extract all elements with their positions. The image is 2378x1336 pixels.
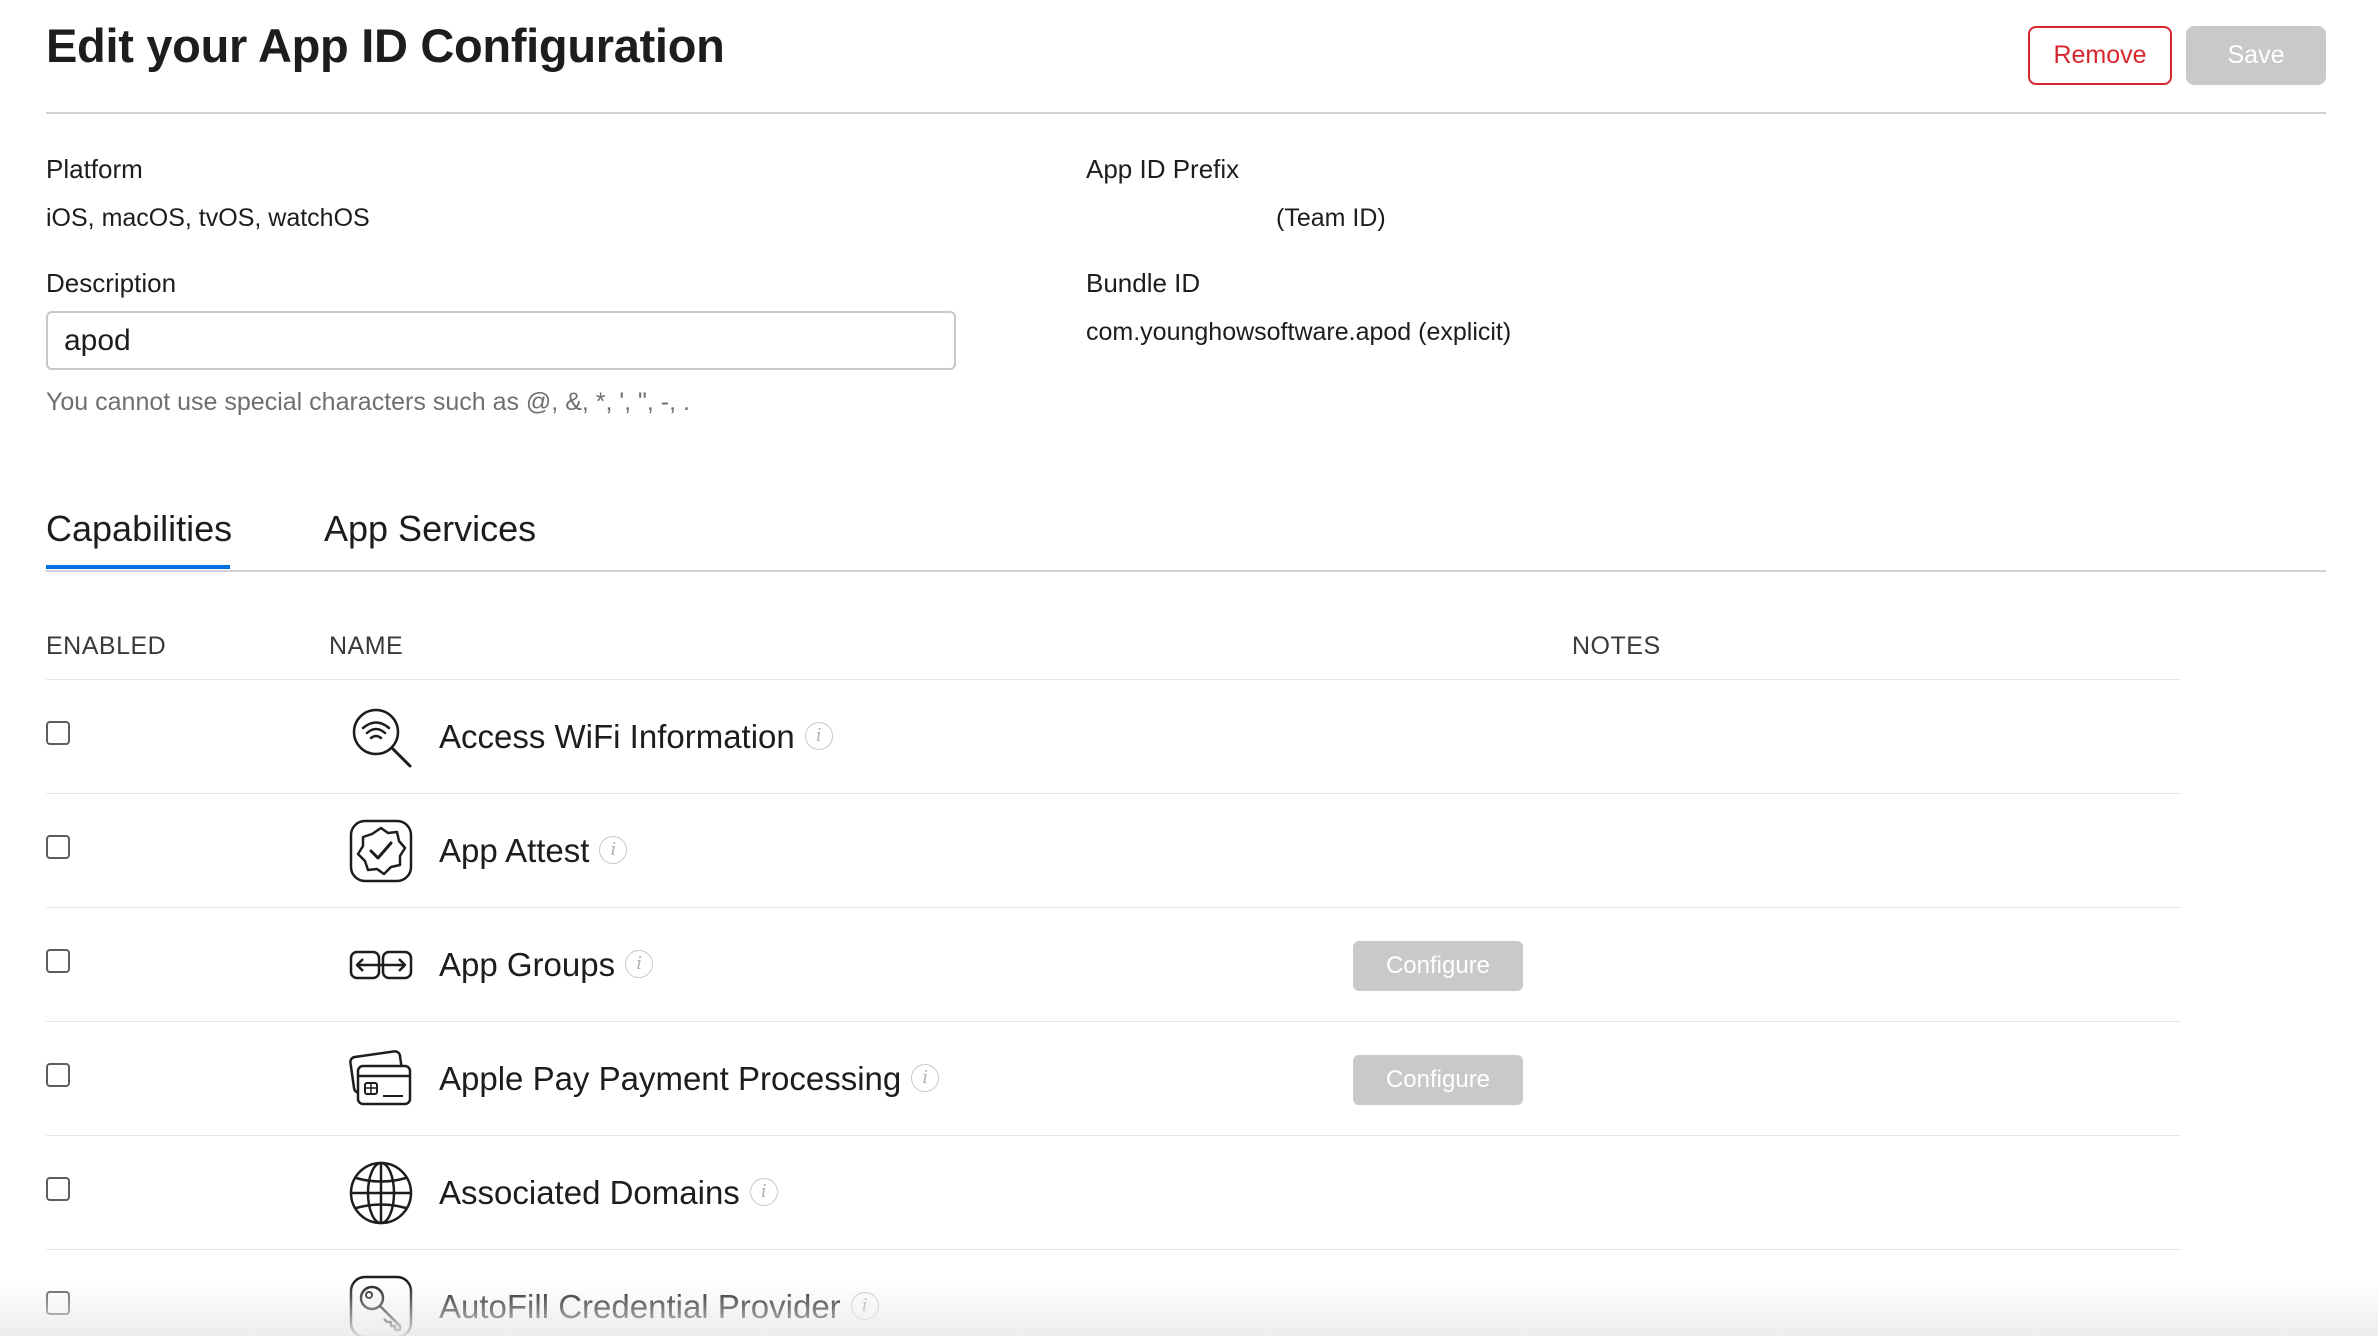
remove-button[interactable]: Remove bbox=[2028, 26, 2172, 85]
platform-label: Platform bbox=[46, 154, 143, 184]
capability-row: AutoFill Credential Provider i bbox=[46, 1249, 2181, 1336]
app-groups-icon bbox=[349, 950, 413, 980]
column-header-notes: NOTES bbox=[1572, 632, 1661, 660]
capability-name-text: Apple Pay Payment Processing bbox=[439, 1060, 902, 1097]
capability-name: Apple Pay Payment Processing i bbox=[439, 1060, 940, 1098]
capability-name-text: AutoFill Credential Provider bbox=[439, 1288, 841, 1325]
app-id-config-page: Edit your App ID Configuration Remove Sa… bbox=[0, 0, 2378, 1336]
capability-name: Access WiFi Information i bbox=[439, 718, 833, 756]
active-tab-indicator bbox=[46, 565, 230, 569]
enable-checkbox[interactable] bbox=[46, 1291, 70, 1315]
apple-pay-card-icon bbox=[349, 1050, 412, 1106]
description-hint: You cannot use special characters such a… bbox=[46, 388, 690, 416]
configure-button[interactable]: Configure bbox=[1353, 1055, 1523, 1105]
info-icon[interactable]: i bbox=[749, 1178, 778, 1207]
save-button[interactable]: Save bbox=[2186, 26, 2326, 85]
capability-name: AutoFill Credential Provider i bbox=[439, 1288, 879, 1326]
capability-row: Associated Domains i bbox=[46, 1135, 2181, 1249]
enable-checkbox[interactable] bbox=[46, 835, 70, 859]
capability-name-text: App Attest bbox=[439, 832, 590, 869]
capability-name: Associated Domains i bbox=[439, 1174, 778, 1212]
wifi-search-icon bbox=[352, 708, 412, 768]
column-header-enabled: ENABLED bbox=[46, 632, 167, 660]
tabs-divider bbox=[46, 570, 2326, 572]
capability-row: App Attest i bbox=[46, 793, 2181, 907]
info-icon[interactable]: i bbox=[911, 1064, 940, 1093]
tab-capabilities[interactable]: Capabilities bbox=[46, 508, 232, 550]
enable-checkbox[interactable] bbox=[46, 949, 70, 973]
tab-app-services[interactable]: App Services bbox=[324, 508, 536, 550]
description-label: Description bbox=[46, 268, 177, 298]
capability-name: App Attest i bbox=[439, 832, 628, 870]
column-header-name: NAME bbox=[329, 632, 404, 660]
key-icon bbox=[349, 1275, 413, 1336]
bundle-id-value: com.younghowsoftware.apod (explicit) bbox=[1086, 318, 1512, 346]
info-icon[interactable]: i bbox=[804, 722, 833, 751]
capability-row: Access WiFi Information i bbox=[46, 679, 2181, 793]
capability-row: App Groups i Configure bbox=[46, 907, 2181, 1021]
info-icon[interactable]: i bbox=[850, 1292, 879, 1321]
description-input[interactable] bbox=[46, 311, 956, 370]
app-id-prefix-value: (Team ID) bbox=[1276, 204, 1386, 232]
page-title: Edit your App ID Configuration bbox=[46, 19, 725, 72]
info-icon[interactable]: i bbox=[625, 950, 654, 979]
enable-checkbox[interactable] bbox=[46, 1177, 70, 1201]
header-divider bbox=[46, 112, 2326, 114]
enable-checkbox[interactable] bbox=[46, 1063, 70, 1087]
app-id-prefix-label: App ID Prefix bbox=[1086, 154, 1240, 184]
capability-name-text: Access WiFi Information bbox=[439, 718, 795, 755]
platform-value: iOS, macOS, tvOS, watchOS bbox=[46, 204, 370, 232]
capability-row: Apple Pay Payment Processing i Configure bbox=[46, 1021, 2181, 1135]
globe-icon bbox=[349, 1161, 413, 1225]
info-icon[interactable]: i bbox=[599, 836, 628, 865]
bundle-id-label: Bundle ID bbox=[1086, 268, 1201, 298]
capability-name-text: Associated Domains bbox=[439, 1174, 740, 1211]
attest-badge-icon bbox=[349, 819, 413, 883]
capability-name: App Groups i bbox=[439, 946, 654, 984]
enable-checkbox[interactable] bbox=[46, 721, 70, 745]
capability-name-text: App Groups bbox=[439, 946, 616, 983]
configure-button[interactable]: Configure bbox=[1353, 941, 1523, 991]
